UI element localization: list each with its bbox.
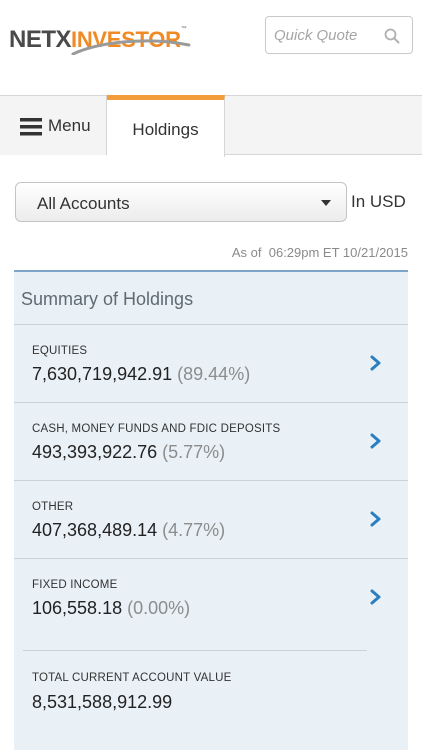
holding-amount: 493,393,922.76	[32, 442, 158, 462]
summary-panel: Summary of Holdings EQUITIES 7,630,719,9…	[14, 270, 408, 750]
quick-quote-box[interactable]	[265, 16, 413, 54]
account-select-value: All Accounts	[37, 194, 130, 213]
holding-category: EQUITIES	[32, 345, 88, 357]
holding-amount: 7,630,719,942.91	[32, 364, 173, 384]
holding-category: CASH, MONEY FUNDS AND FDIC DEPOSITS	[32, 423, 281, 435]
holding-value: 493,393,922.76 (5.77%)	[32, 442, 225, 463]
logo-swoosh-icon	[71, 39, 191, 55]
currency-label: In USD	[351, 192, 406, 211]
as-of-timestamp: As of 06:29pm ET 10/21/2015	[232, 245, 408, 260]
netx-investor-logo[interactable]: NETXINVESTOR™	[9, 26, 191, 56]
holding-category: FIXED INCOME	[32, 579, 118, 591]
hamburger-menu-icon	[20, 118, 42, 136]
logo-netx-text: NETX	[9, 26, 72, 53]
holding-value: 106,558.18 (0.00%)	[32, 598, 190, 619]
holding-row-other[interactable]: OTHER 407,368,489.14 (4.77%)	[14, 480, 408, 557]
as-of-prefix: As of	[231, 245, 262, 260]
holding-percent: (0.00%)	[127, 598, 191, 618]
holding-percent: (89.44%)	[177, 364, 251, 384]
logo-trademark: ™	[180, 26, 187, 32]
total-value: 8,531,588,912.99	[32, 692, 173, 712]
holding-percent: (5.77%)	[162, 442, 226, 462]
chevron-right-icon[interactable]	[370, 433, 382, 449]
tab-holdings[interactable]: Holdings	[107, 95, 225, 157]
holding-category: OTHER	[32, 501, 74, 513]
holding-row-fixed-income[interactable]: FIXED INCOME 106,558.18 (0.00%)	[14, 558, 408, 635]
as-of-time: 06:29pm ET 10/21/2015	[268, 245, 408, 260]
quick-quote-input[interactable]	[274, 25, 384, 45]
holding-row-cash[interactable]: CASH, MONEY FUNDS AND FDIC DEPOSITS 493,…	[14, 402, 408, 479]
chevron-down-icon	[321, 200, 331, 206]
holding-row-equities[interactable]: EQUITIES 7,630,719,942.91 (89.44%)	[14, 324, 408, 401]
chevron-right-icon[interactable]	[370, 355, 382, 371]
holding-value: 7,630,719,942.91 (89.44%)	[32, 364, 250, 385]
chevron-right-icon[interactable]	[370, 511, 382, 527]
total-account-value: TOTAL CURRENT ACCOUNT VALUE 8,531,588,91…	[14, 650, 408, 750]
holding-percent: (4.77%)	[162, 520, 226, 540]
holding-amount: 106,558.18	[32, 598, 123, 618]
holding-amount: 407,368,489.14	[32, 520, 158, 540]
total-label: TOTAL CURRENT ACCOUNT VALUE	[32, 672, 232, 684]
tab-menu[interactable]: Menu	[0, 96, 107, 155]
account-select[interactable]: All Accounts	[15, 182, 347, 222]
summary-title: Summary of Holdings	[21, 289, 194, 309]
divider	[23, 650, 367, 651]
chevron-right-icon[interactable]	[370, 589, 382, 605]
app-header: NETXINVESTOR™	[0, 0, 422, 95]
holding-value: 407,368,489.14 (4.77%)	[32, 520, 225, 541]
search-icon[interactable]	[384, 28, 400, 44]
tab-holdings-label: Holdings	[132, 120, 199, 139]
tab-bar: Menu Holdings	[0, 95, 422, 157]
tab-menu-label: Menu	[48, 116, 91, 135]
